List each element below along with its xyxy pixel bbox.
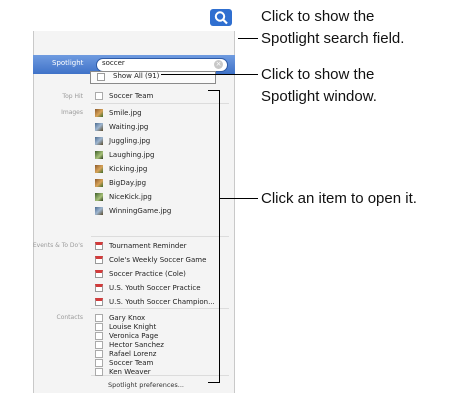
category-images: Images bbox=[61, 109, 83, 116]
calendar-event-icon bbox=[95, 284, 103, 292]
contact-card-icon bbox=[95, 341, 103, 349]
magnifier-icon bbox=[214, 11, 228, 25]
spotlight-label: Spotlight bbox=[52, 59, 84, 67]
contact-card-icon bbox=[95, 323, 103, 331]
result-item-top-hit[interactable]: Soccer Team bbox=[95, 91, 153, 101]
result-item-event[interactable]: U.S. Youth Soccer Champion... bbox=[95, 297, 215, 307]
contact-card-icon bbox=[95, 332, 103, 340]
category-top-hit: Top Hit bbox=[62, 93, 83, 100]
callout-bracket bbox=[219, 90, 220, 383]
result-item-event[interactable]: Soccer Practice (Cole) bbox=[95, 269, 186, 279]
calendar-event-icon bbox=[95, 298, 103, 306]
callout-open-item: Click an item to open it. bbox=[261, 190, 417, 207]
image-thumbnail-icon bbox=[95, 109, 103, 117]
result-item-event[interactable]: Tournament Reminder bbox=[95, 241, 187, 251]
result-item-image[interactable]: Juggling.jpg bbox=[95, 136, 150, 146]
image-thumbnail-icon bbox=[95, 193, 103, 201]
result-item-image[interactable]: Kicking.jpg bbox=[95, 164, 147, 174]
image-thumbnail-icon bbox=[95, 137, 103, 145]
contact-card-icon bbox=[95, 359, 103, 367]
result-item-event[interactable]: U.S. Youth Soccer Practice bbox=[95, 283, 201, 293]
show-all-label: Show All (91) bbox=[113, 72, 160, 80]
callout-line-window bbox=[161, 74, 258, 75]
category-contacts: Contacts bbox=[56, 314, 83, 321]
result-item-contact[interactable]: Ken Weaver bbox=[95, 367, 151, 377]
calendar-event-icon bbox=[95, 270, 103, 278]
result-item-event[interactable]: Cole's Weekly Soccer Game bbox=[95, 255, 206, 265]
result-item-image[interactable]: WinningGame.jpg bbox=[95, 206, 171, 216]
callout-window-line2: Spotlight window. bbox=[261, 88, 377, 105]
result-item-image[interactable]: Smile.jpg bbox=[95, 108, 142, 118]
clear-search-icon[interactable]: × bbox=[214, 60, 223, 69]
contact-card-icon bbox=[95, 350, 103, 358]
spotlight-menu-icon[interactable] bbox=[210, 9, 232, 26]
result-item-image[interactable]: Waiting.jpg bbox=[95, 122, 148, 132]
callout-bracket-bottom bbox=[208, 382, 220, 383]
result-item-image[interactable]: BigDay.jpg bbox=[95, 178, 146, 188]
separator bbox=[91, 308, 229, 309]
calendar-event-icon bbox=[95, 256, 103, 264]
calendar-event-icon bbox=[95, 242, 103, 250]
callout-line-search bbox=[238, 38, 258, 39]
separator bbox=[91, 103, 229, 104]
image-thumbnail-icon bbox=[95, 123, 103, 131]
contact-card-icon bbox=[95, 368, 103, 376]
contact-card-icon bbox=[95, 314, 103, 322]
separator bbox=[91, 236, 229, 237]
callout-search-line1: Click to show the bbox=[261, 8, 375, 25]
contact-card-icon bbox=[95, 92, 103, 100]
image-thumbnail-icon bbox=[95, 165, 103, 173]
document-icon bbox=[97, 73, 105, 81]
result-item-image[interactable]: Laughing.jpg bbox=[95, 150, 154, 160]
image-thumbnail-icon bbox=[95, 151, 103, 159]
callout-search-line2: Spotlight search field. bbox=[261, 30, 405, 47]
search-query-text[interactable]: soccer bbox=[102, 59, 125, 67]
image-thumbnail-icon bbox=[95, 179, 103, 187]
callout-line-open bbox=[220, 198, 258, 199]
image-thumbnail-icon bbox=[95, 207, 103, 215]
spotlight-preferences-link[interactable]: Spotlight preferences... bbox=[108, 381, 184, 389]
callout-window-line1: Click to show the bbox=[261, 66, 375, 83]
result-item-image[interactable]: NiceKick.jpg bbox=[95, 192, 152, 202]
category-events: Events & To Do's bbox=[32, 242, 83, 249]
